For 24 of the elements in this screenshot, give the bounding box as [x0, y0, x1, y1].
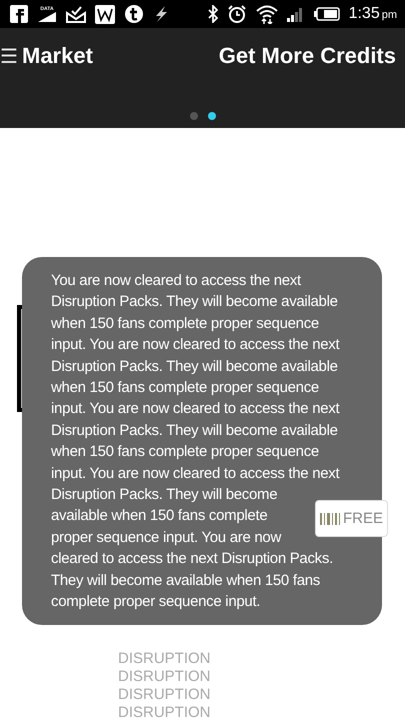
chat-bubble-icon	[124, 4, 144, 24]
signal-icon	[286, 6, 305, 22]
barcode-icon	[320, 512, 340, 524]
mail-icon	[66, 5, 86, 23]
pack-name: DISRUPTION	[118, 668, 211, 686]
page-indicator-dot[interactable]	[190, 112, 198, 120]
page-indicator-dot[interactable]	[208, 112, 216, 120]
pack-name: DISRUPTION	[118, 650, 211, 668]
app-icon	[95, 4, 115, 24]
pack-name: DISRUPTION	[118, 704, 211, 720]
free-button[interactable]: FREE	[315, 500, 388, 537]
clock-meridiem: pm	[382, 9, 397, 21]
app-icon	[10, 5, 28, 23]
menu-button[interactable]: ☰	[0, 44, 22, 68]
data-icon	[38, 12, 56, 22]
alarm-clock-icon	[226, 4, 247, 24]
pack-name: DISRUPTION	[118, 686, 211, 704]
clock-time: 1:35	[348, 5, 380, 23]
get-more-credits-button[interactable]: Get More Credits	[218, 43, 396, 69]
battery-icon	[314, 7, 340, 21]
bluetooth-icon	[208, 5, 218, 23]
screen-title: Market	[22, 43, 93, 69]
lightning-icon	[153, 5, 169, 23]
wifi-icon	[256, 4, 278, 24]
